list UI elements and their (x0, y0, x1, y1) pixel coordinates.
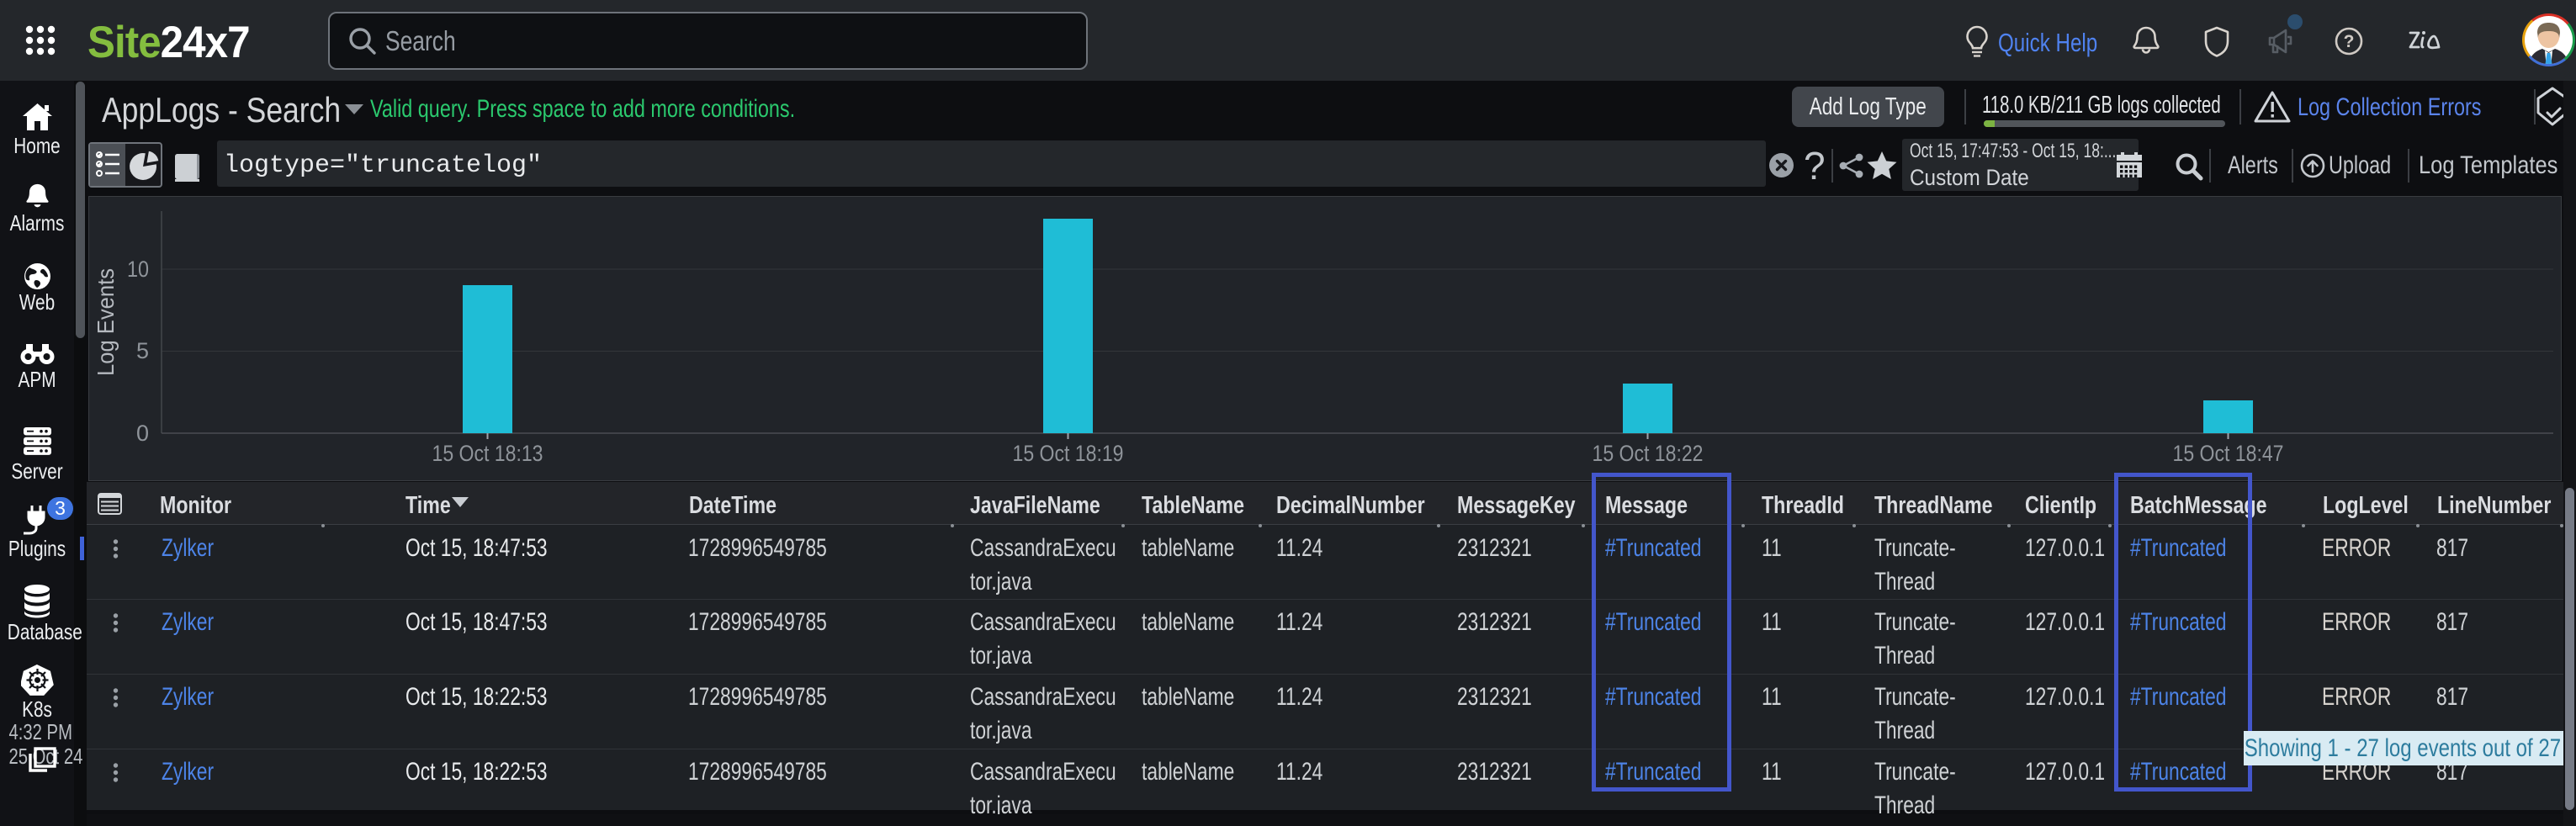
svg-text:0: 0 (136, 421, 149, 446)
svg-text:?: ? (2344, 32, 2355, 51)
svg-text:15 Oct 18:22: 15 Oct 18:22 (1593, 441, 1704, 466)
svg-text:10: 10 (127, 257, 149, 282)
svg-text:15 Oct 18:47: 15 Oct 18:47 (2173, 441, 2284, 466)
svg-text:5: 5 (136, 338, 149, 363)
svg-text:15 Oct 18:19: 15 Oct 18:19 (1013, 441, 1124, 466)
svg-text:Log Events: Log Events (93, 268, 119, 376)
svg-text:15 Oct 18:13: 15 Oct 18:13 (432, 441, 543, 466)
